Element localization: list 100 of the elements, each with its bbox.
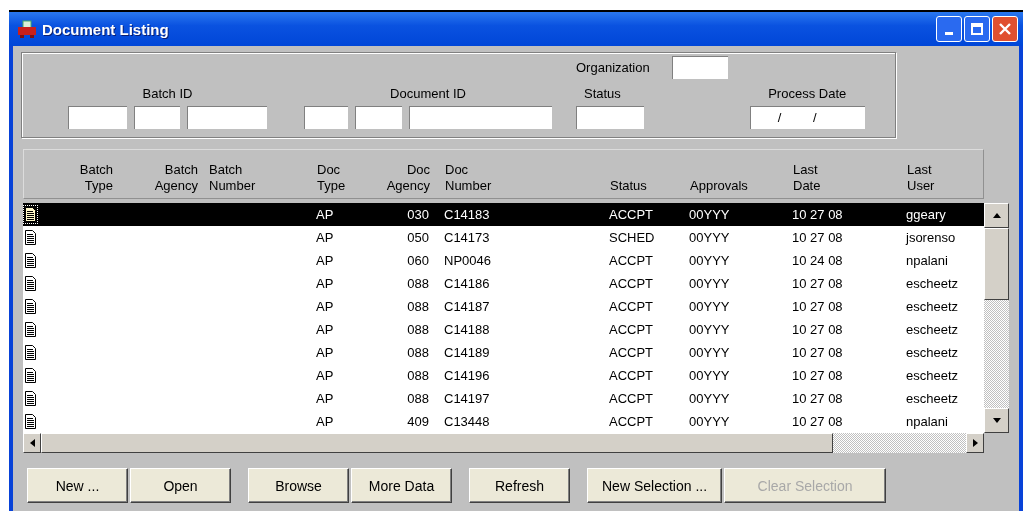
column-header[interactable]: Batch Number	[202, 162, 307, 194]
table-cell-text: AP	[315, 391, 335, 406]
table-cell-text: C14197	[443, 391, 491, 406]
table-cell-text: C13448	[443, 414, 491, 429]
table-cell-text: 088	[406, 276, 430, 291]
table-cell-text: AP	[315, 368, 335, 383]
table-cell-text: C14183	[443, 207, 491, 222]
action-button[interactable]: Refresh	[469, 468, 570, 503]
table-row[interactable]: AP 060 NP0046 ACCPT 00YYY 10 24 08 npalani	[23, 249, 984, 272]
action-button[interactable]: New ...	[27, 468, 128, 503]
column-header[interactable]: Approvals	[682, 178, 787, 194]
table-cell-text: AP	[315, 322, 335, 337]
horizontal-scrollbar[interactable]	[23, 433, 984, 453]
scroll-right-button[interactable]	[966, 433, 984, 453]
table-cell-text: 409	[406, 414, 430, 429]
maximize-icon	[971, 23, 983, 35]
table-cell-text: 00YYY	[688, 253, 731, 268]
table-cell-text: 10 27 08	[791, 368, 844, 383]
action-button[interactable]: Browse	[248, 468, 349, 503]
table-cell-text: ACCPT	[608, 345, 655, 360]
table-row[interactable]: AP 088 C14186 ACCPT 00YYY 10 27 08 escheetz	[23, 272, 984, 295]
table-cell-text: AP	[315, 207, 335, 222]
table-cell-text: 088	[406, 299, 430, 314]
table-cell-text: 10 27 08	[791, 276, 844, 291]
scroll-left-button[interactable]	[23, 433, 41, 453]
table-cell-text: 00YYY	[688, 345, 731, 360]
input-field[interactable]	[409, 106, 552, 129]
input-field[interactable]	[134, 106, 180, 129]
column-header[interactable]: Last Date	[787, 162, 902, 194]
input-field[interactable]	[68, 106, 127, 129]
table-cell-text: ACCPT	[608, 299, 655, 314]
up-arrow-icon	[992, 213, 1001, 218]
minimize-button[interactable]	[936, 16, 962, 42]
document-icon	[25, 207, 36, 222]
printer-icon	[17, 20, 37, 38]
input-field[interactable]	[355, 106, 402, 129]
table-cell-text: ACCPT	[608, 253, 655, 268]
field-label: Document ID	[390, 86, 466, 101]
scroll-thumb[interactable]	[984, 228, 1009, 300]
vertical-scrollbar[interactable]	[984, 203, 1009, 433]
table-cell-text: 10 27 08	[791, 299, 844, 314]
table-cell-text: AP	[315, 299, 335, 314]
table-row[interactable]: AP 088 C14196 ACCPT 00YYY 10 27 08 escheetz	[23, 364, 984, 387]
input-field[interactable]	[187, 106, 267, 129]
field-label: Batch ID	[142, 86, 193, 101]
column-header[interactable]: Doc Number	[437, 162, 602, 194]
column-header[interactable]: Doc Agency	[357, 162, 437, 194]
scroll-up-button[interactable]	[984, 203, 1009, 228]
table-row[interactable]: AP 088 C14188 ACCPT 00YYY 10 27 08 escheetz	[23, 318, 984, 341]
table-row[interactable]: AP 050 C14173 SCHED 00YYY 10 27 08 jsorenso	[23, 226, 984, 249]
input-field[interactable]	[671, 56, 728, 79]
minimize-icon	[945, 31, 953, 35]
table-cell-text: 10 27 08	[791, 322, 844, 337]
column-header[interactable]: Doc Type	[307, 162, 357, 194]
scroll-thumb[interactable]	[41, 433, 833, 453]
table-row[interactable]: AP 088 C14197 ACCPT 00YYY 10 27 08 escheetz	[23, 387, 984, 410]
table-cell-text: NP0046	[443, 253, 492, 268]
column-header[interactable]: Last User	[902, 162, 985, 194]
table-cell-text: AP	[315, 276, 335, 291]
table-row[interactable]: AP 030 C14183 ACCPT 00YYY 10 27 08 ggeary	[23, 203, 984, 226]
table-cell-text: escheetz	[905, 391, 960, 406]
right-arrow-icon	[972, 439, 978, 447]
column-header[interactable]: Batch Agency	[117, 162, 202, 194]
table-cell-text: ACCPT	[608, 414, 655, 429]
table-cell-text: 10 27 08	[791, 414, 844, 429]
table-cell-text: C14187	[443, 299, 491, 314]
action-button[interactable]: New Selection ...	[587, 468, 723, 503]
table-cell-text: 00YYY	[688, 207, 731, 222]
table-row[interactable]: AP 409 C13448 ACCPT 00YYY 10 27 08 npalani	[23, 410, 984, 433]
table-cell-text: escheetz	[905, 299, 960, 314]
table-cell-text: 00YYY	[688, 414, 731, 429]
table-row[interactable]: AP 088 C14187 ACCPT 00YYY 10 27 08 escheetz	[23, 295, 984, 318]
table-cell-text: AP	[315, 230, 335, 245]
table-cell-text: 10 24 08	[791, 253, 844, 268]
maximize-button[interactable]	[964, 16, 990, 42]
table-cell-text: C14188	[443, 322, 491, 337]
column-header[interactable]: Status	[602, 178, 682, 194]
action-button[interactable]: Open	[130, 468, 231, 503]
table-cell-text: C14186	[443, 276, 491, 291]
close-button[interactable]	[992, 16, 1018, 42]
input-field[interactable]	[304, 106, 348, 129]
scroll-down-button[interactable]	[984, 408, 1009, 433]
table-cell-text: ACCPT	[608, 207, 655, 222]
table-cell-text: 10 27 08	[791, 345, 844, 360]
table-cell-text: 10 27 08	[791, 207, 844, 222]
date-field[interactable]: / /	[749, 106, 865, 129]
table-cell-text: 030	[406, 207, 430, 222]
table-cell-text: escheetz	[905, 276, 960, 291]
table-cell-text: AP	[315, 414, 335, 429]
window-title: Document Listing	[42, 20, 170, 38]
table-cell-text: AP	[315, 345, 335, 360]
table-cell-text: ggeary	[905, 207, 947, 222]
action-button[interactable]: More Data	[351, 468, 452, 503]
table-cell-text: npalani	[905, 253, 949, 268]
table-cell-text: 00YYY	[688, 299, 731, 314]
table-row[interactable]: AP 088 C14189 ACCPT 00YYY 10 27 08 escheetz	[23, 341, 984, 364]
input-field[interactable]	[576, 106, 644, 129]
left-arrow-icon	[29, 439, 35, 447]
column-header[interactable]: Batch Type	[62, 162, 117, 194]
down-arrow-icon	[992, 418, 1001, 423]
